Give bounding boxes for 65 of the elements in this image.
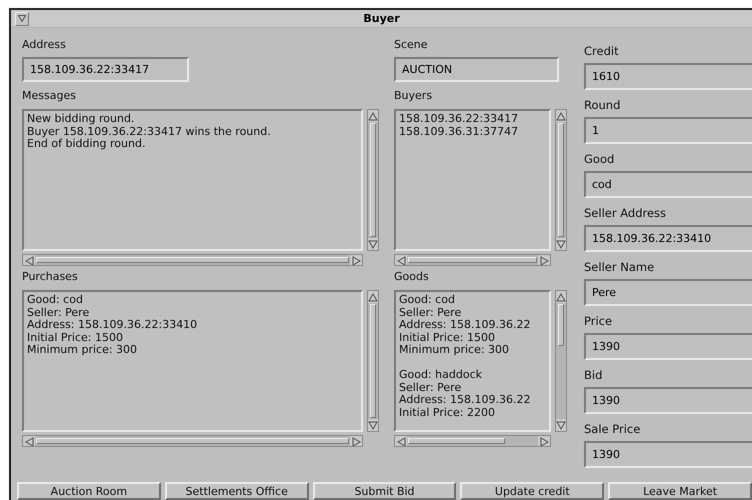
list-text: Good: cod Seller: Pere Address: 158.109.36.22 Initial Price: 1500 Minimum price: 300: [399, 294, 532, 357]
action-button[interactable]: Settlements Office: [164, 482, 309, 500]
field-label: Credit: [584, 43, 619, 60]
action-button[interactable]: Submit Bid: [312, 482, 456, 500]
text-field[interactable]: 1390: [584, 333, 752, 360]
horizontal-scrollbar[interactable]: [22, 254, 363, 266]
vertical-scrollbar[interactable]: [367, 109, 379, 251]
text-field[interactable]: 1610: [584, 63, 752, 90]
horizontal-scrollbar[interactable]: [22, 435, 363, 447]
left-arrow-icon[interactable]: [396, 436, 406, 446]
list-text: Good: haddock Seller: Pere Address: 158.109.36.22 Initial Price: 2200: [399, 368, 532, 420]
right-arrow-icon[interactable]: [352, 256, 360, 264]
down-arrow-icon[interactable]: [556, 240, 566, 248]
field-label: Seller Name: [584, 259, 654, 276]
list-text: New bidding round. Buyer 158.109.36.22:33417 wins the round. End of bidding round.: [27, 113, 272, 151]
down-arrow-icon[interactable]: [556, 420, 566, 430]
action-button[interactable]: Auction Room: [17, 482, 161, 500]
text-field[interactable]: 1: [584, 117, 752, 144]
vertical-scrollbar[interactable]: [367, 290, 379, 432]
window-title: Buyer: [362, 12, 401, 25]
text-field[interactable]: 158.109.36.22:33410: [584, 225, 752, 252]
window-menu-button[interactable]: [15, 12, 29, 26]
list-text: 158.109.36.22:33417 158.109.36.31:37747: [399, 113, 520, 138]
field-label: Sale Price: [584, 421, 640, 438]
right-arrow-icon[interactable]: [540, 436, 548, 446]
field-label: Price: [584, 313, 612, 330]
left-arrow-icon[interactable]: [24, 256, 34, 264]
text-area[interactable]: Good: cod Seller: Pere Address: 158.109.36.22:33410 Initial Price: 1500 Minimum price: 300: [22, 290, 363, 432]
up-arrow-icon[interactable]: [368, 112, 378, 120]
left-arrow-icon[interactable]: [24, 436, 34, 446]
vertical-scrollbar[interactable]: [555, 290, 567, 432]
field-label: Scene: [394, 37, 428, 53]
field-label: Address: [22, 37, 66, 53]
vertical-scrollbar[interactable]: [555, 109, 567, 251]
left-arrow-icon[interactable]: [396, 256, 406, 264]
horizontal-scrollbar[interactable]: [394, 254, 551, 266]
text-area[interactable]: Good: cod Seller: Pere Address: 158.109.36.22 Initial Price: 1500 Minimum price: 300 Good: haddock Seller: Pere Address: 158.109.36.22 Initial Price: 2200: [394, 290, 551, 432]
action-button[interactable]: Leave Market: [608, 482, 752, 500]
list-label: Messages: [22, 88, 76, 104]
right-arrow-icon[interactable]: [352, 436, 360, 446]
down-arrow-icon[interactable]: [368, 420, 378, 430]
list-label: Buyers: [394, 88, 432, 104]
up-arrow-icon[interactable]: [556, 112, 566, 120]
up-arrow-icon[interactable]: [368, 292, 378, 302]
text-area[interactable]: 158.109.36.22:33417 158.109.36.31:37747: [394, 109, 551, 251]
up-arrow-icon[interactable]: [556, 292, 566, 302]
list-text: Good: cod Seller: Pere Address: 158.109.36.22:33410 Initial Price: 1500 Minimum price: 300: [27, 294, 198, 357]
horizontal-scrollbar[interactable]: [394, 435, 551, 447]
field-label: Good: [584, 151, 614, 168]
text-field[interactable]: 1390: [584, 441, 752, 468]
text-area[interactable]: New bidding round. Buyer 158.109.36.22:33417 wins the round. End of bidding round.: [22, 109, 363, 251]
text-field[interactable]: Pere: [584, 279, 752, 306]
field-label: Seller Address: [584, 205, 666, 222]
text-field[interactable]: cod: [584, 171, 752, 198]
triangle-down-icon: [18, 15, 26, 22]
text-field[interactable]: 158.109.36.22:33417: [22, 57, 189, 82]
action-button[interactable]: Update credit: [460, 482, 604, 500]
down-arrow-icon[interactable]: [368, 240, 378, 248]
list-label: Purchases: [22, 269, 78, 285]
right-arrow-icon[interactable]: [540, 256, 548, 264]
field-label: Round: [584, 97, 620, 114]
list-label: Goods: [394, 269, 429, 285]
text-field[interactable]: 1390: [584, 387, 752, 414]
field-label: Bid: [584, 367, 602, 384]
text-field[interactable]: AUCTION: [394, 57, 559, 82]
